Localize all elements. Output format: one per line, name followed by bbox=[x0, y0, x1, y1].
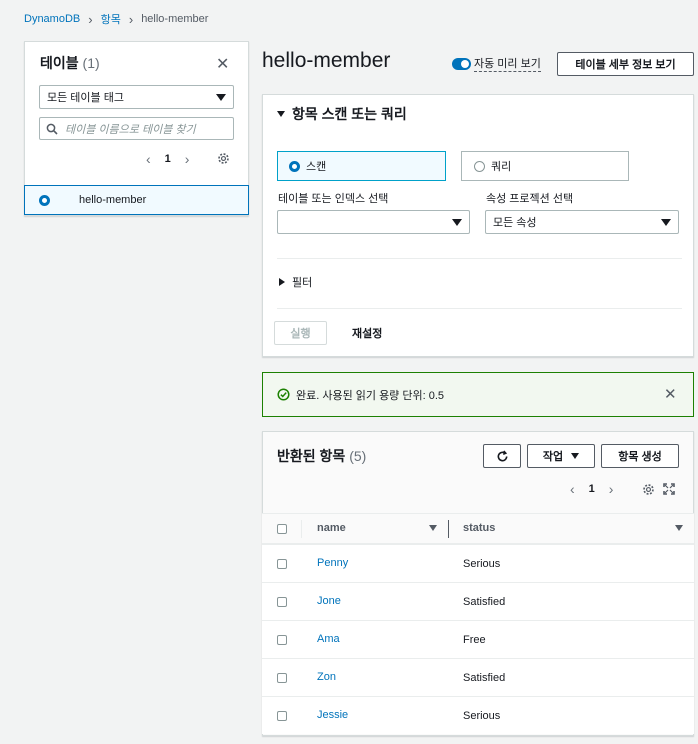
filter-expander[interactable]: 필터 bbox=[279, 274, 312, 290]
chevron-left-icon[interactable]: ‹ bbox=[146, 151, 151, 167]
divider bbox=[277, 308, 682, 309]
row-checkbox[interactable] bbox=[277, 597, 287, 607]
breadcrumb-items[interactable]: 항목 bbox=[101, 11, 121, 27]
breadcrumb-current: hello-member bbox=[141, 13, 209, 25]
column-header-status[interactable]: status bbox=[463, 522, 495, 534]
row-status: Serious bbox=[463, 710, 501, 722]
table-search-placeholder: 테이블 이름으로 테이블 찾기 bbox=[65, 123, 196, 136]
row-name-link[interactable]: Penny bbox=[317, 557, 348, 569]
gear-icon[interactable] bbox=[642, 483, 655, 496]
query-radio[interactable] bbox=[474, 160, 485, 172]
table-list-item[interactable]: hello-member bbox=[24, 185, 249, 215]
table-index-label: 테이블 또는 인덱스 선택 bbox=[278, 193, 389, 205]
row-status: Satisfied bbox=[463, 596, 506, 608]
row-status: Free bbox=[463, 634, 486, 646]
chevron-right-icon[interactable]: › bbox=[185, 151, 190, 167]
scan-query-header[interactable]: 항목 스캔 또는 쿼리 bbox=[277, 104, 407, 124]
page-title: hello-member bbox=[262, 49, 391, 72]
toggle-knob bbox=[461, 59, 469, 68]
table-row[interactable]: Jessie Serious bbox=[262, 696, 694, 734]
table-tag-select[interactable]: 모든 테이블 태그 bbox=[39, 85, 234, 109]
table-search-input[interactable]: 테이블 이름으로 테이블 찾기 bbox=[39, 117, 234, 140]
row-checkbox[interactable] bbox=[277, 559, 287, 569]
row-status: Satisfied bbox=[463, 672, 506, 684]
row-checkbox[interactable] bbox=[277, 711, 287, 721]
actions-button[interactable]: 작업 bbox=[527, 444, 595, 468]
column-header-name[interactable]: name bbox=[317, 522, 346, 534]
table-index-select[interactable] bbox=[277, 210, 470, 234]
toggle-switch[interactable] bbox=[452, 57, 471, 70]
projection-select[interactable]: 모든 속성 bbox=[485, 210, 679, 234]
table-list-item-label: hello-member bbox=[79, 194, 147, 206]
run-button[interactable]: 실행 bbox=[274, 321, 327, 345]
fullscreen-icon[interactable] bbox=[663, 483, 675, 495]
divider bbox=[277, 258, 682, 259]
auto-preview-toggle[interactable]: 자동 미리 보기 bbox=[452, 55, 541, 72]
results-title: 반환된 항목 (5) bbox=[277, 446, 366, 466]
caret-down-icon bbox=[571, 453, 580, 459]
auto-preview-label: 자동 미리 보기 bbox=[474, 55, 541, 72]
tables-panel-title: 테이블 (1) bbox=[40, 53, 100, 73]
row-checkbox[interactable] bbox=[277, 635, 287, 645]
tables-count: (1) bbox=[82, 55, 100, 71]
caret-down-icon bbox=[216, 94, 226, 101]
row-name-link[interactable]: Jone bbox=[317, 595, 341, 607]
breadcrumb: DynamoDB › 항목 › hello-member bbox=[24, 11, 208, 27]
query-radio-label: 쿼리 bbox=[491, 161, 512, 173]
row-checkbox[interactable] bbox=[277, 673, 287, 683]
close-icon[interactable]: ✕ bbox=[664, 385, 677, 403]
select-all-checkbox[interactable] bbox=[277, 524, 287, 534]
create-item-button[interactable]: 항목 생성 bbox=[601, 444, 679, 468]
success-alert-message: 완료. 사용된 읽기 용량 단위: 0.5 bbox=[296, 390, 445, 402]
gear-icon[interactable] bbox=[217, 152, 230, 165]
actions-button-label: 작업 bbox=[542, 451, 564, 463]
sidebar-page-number[interactable]: 1 bbox=[165, 153, 171, 165]
table-row[interactable]: Jone Satisfied bbox=[262, 582, 694, 620]
scan-radio-tile[interactable]: 스캔 bbox=[277, 151, 446, 181]
sidebar-pager: ‹ 1 › bbox=[146, 150, 189, 168]
caret-right-icon bbox=[279, 278, 285, 286]
query-radio-tile[interactable]: 쿼리 bbox=[461, 151, 629, 181]
close-icon[interactable]: ✕ bbox=[216, 54, 229, 74]
sort-icon[interactable] bbox=[429, 525, 437, 531]
tables-title: 테이블 bbox=[40, 55, 79, 71]
caret-down-icon bbox=[452, 219, 462, 226]
row-name-link[interactable]: Ama bbox=[317, 633, 340, 645]
column-divider bbox=[448, 520, 449, 538]
refresh-icon bbox=[497, 449, 507, 461]
table-row[interactable]: Zon Satisfied bbox=[262, 658, 694, 696]
check-circle-icon bbox=[277, 388, 290, 401]
chevron-right-icon: › bbox=[88, 11, 93, 27]
table-row[interactable]: Ama Free bbox=[262, 620, 694, 658]
search-icon bbox=[46, 123, 58, 135]
table-row[interactable]: Penny Serious bbox=[262, 544, 694, 582]
chevron-right-icon[interactable]: › bbox=[609, 481, 614, 497]
scan-radio[interactable] bbox=[289, 160, 300, 172]
row-status: Serious bbox=[463, 558, 501, 570]
table-details-button[interactable]: 테이블 세부 정보 보기 bbox=[557, 52, 694, 76]
caret-down-icon bbox=[661, 219, 671, 226]
row-name-link[interactable]: Jessie bbox=[317, 709, 348, 721]
results-count: (5) bbox=[349, 448, 367, 464]
chevron-right-icon: › bbox=[128, 11, 134, 27]
table-tag-select-value: 모든 테이블 태그 bbox=[47, 92, 124, 104]
caret-down-icon bbox=[277, 111, 285, 117]
row-name-link[interactable]: Zon bbox=[317, 671, 336, 683]
column-divider bbox=[301, 520, 302, 538]
results-pager: ‹ 1 › bbox=[570, 480, 613, 498]
scan-query-title: 항목 스캔 또는 쿼리 bbox=[292, 106, 407, 122]
breadcrumb-dynamodb[interactable]: DynamoDB bbox=[24, 13, 80, 25]
filter-label: 필터 bbox=[292, 277, 313, 289]
sort-icon[interactable] bbox=[675, 525, 683, 531]
projection-value: 모든 속성 bbox=[493, 217, 537, 229]
table-radio[interactable] bbox=[39, 194, 50, 206]
reset-button[interactable]: 재설정 bbox=[352, 325, 382, 341]
results-title-text: 반환된 항목 bbox=[277, 448, 346, 464]
chevron-left-icon[interactable]: ‹ bbox=[570, 481, 575, 497]
scan-radio-label: 스캔 bbox=[306, 161, 327, 173]
refresh-button[interactable] bbox=[483, 444, 521, 468]
projection-label: 속성 프로젝션 선택 bbox=[486, 193, 574, 205]
results-page-number[interactable]: 1 bbox=[589, 483, 595, 495]
